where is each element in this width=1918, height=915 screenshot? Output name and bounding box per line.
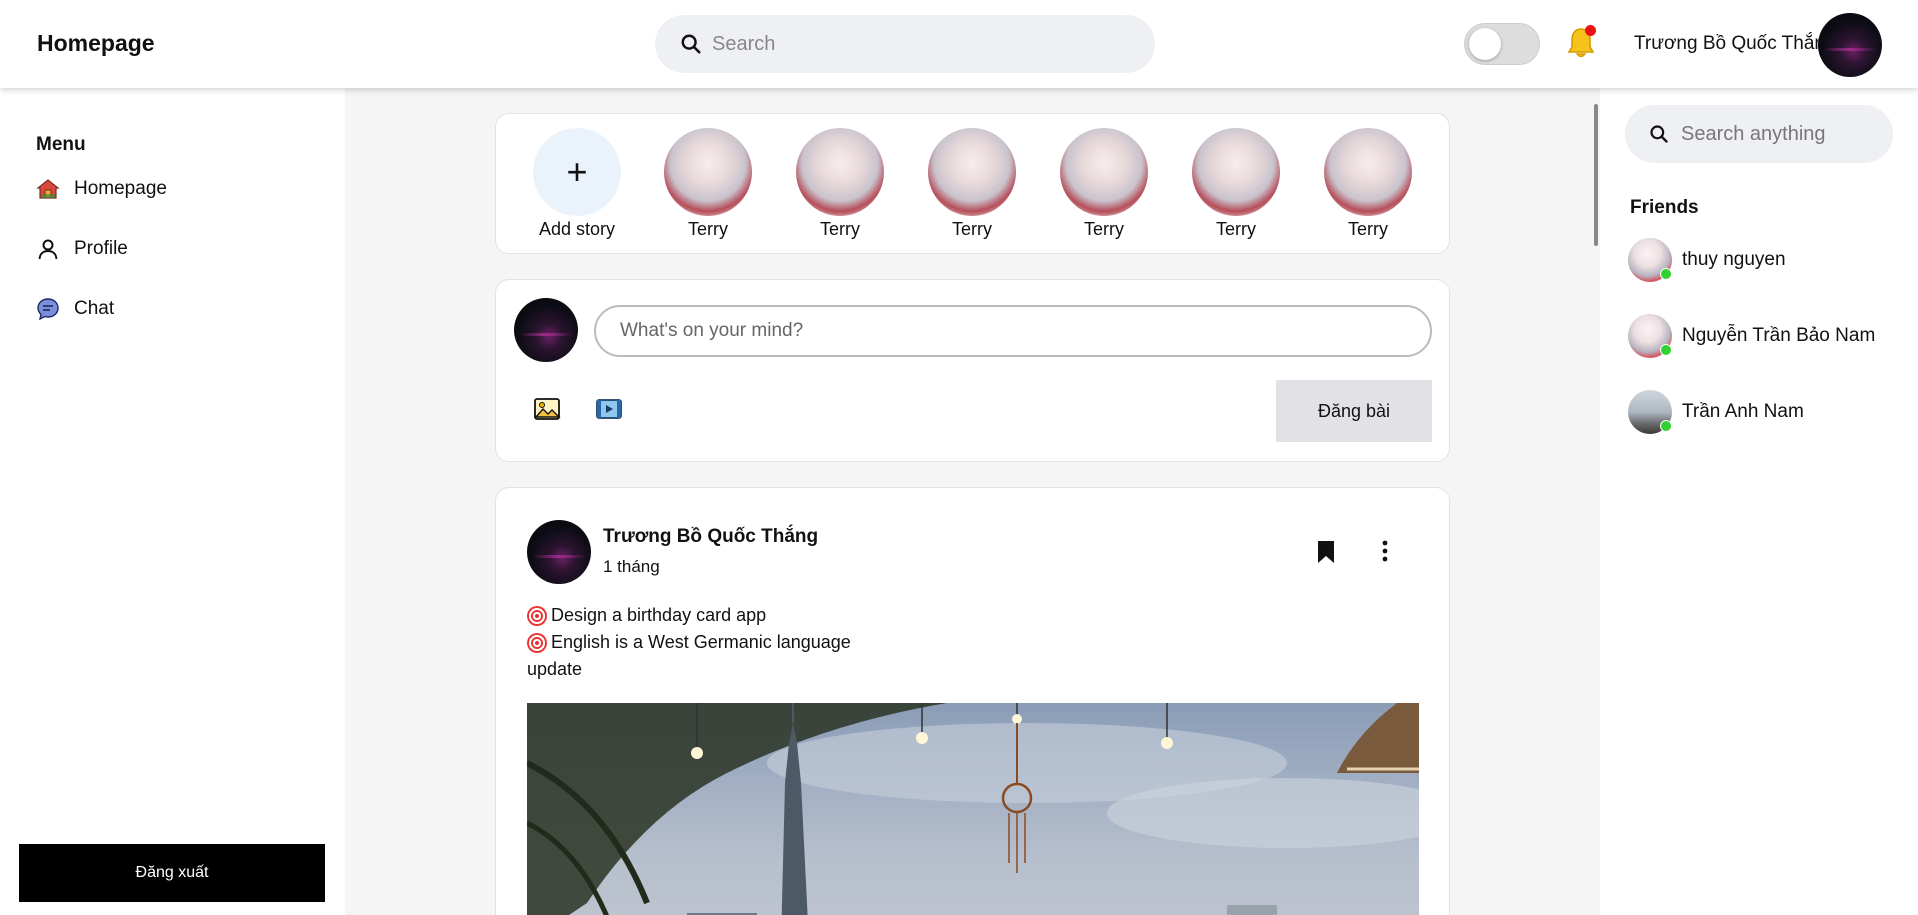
story-item[interactable]: Terry [1060,128,1148,240]
top-search-bar[interactable] [655,15,1155,73]
video-icon[interactable] [595,396,623,422]
story-avatar [928,128,1016,216]
sidebar-item-profile[interactable]: Profile [36,234,128,264]
story-item[interactable]: Terry [1324,128,1412,240]
notification-dot [1585,25,1596,36]
story-label: Terry [820,219,860,239]
sidebar-item-chat[interactable]: Chat [36,294,114,324]
friend-name: Trần Anh Nam [1682,401,1804,422]
friend-name: Nguyễn Trần Bảo Nam [1682,325,1876,346]
post-photo-scene [527,703,1419,915]
target-icon [527,605,547,626]
search-icon [681,34,701,54]
post-time: 1 tháng [603,557,660,576]
sidebar-item-label: Chat [74,298,115,319]
friend-avatar [1628,238,1672,282]
post-line-text: English is a West Germanic language [551,632,851,652]
sidebar-item-homepage[interactable]: Homepage [36,174,167,204]
online-indicator [1660,268,1672,280]
top-search-input[interactable] [712,28,1132,60]
story-avatar [796,128,884,216]
target-icon [527,632,547,653]
story-item[interactable]: Terry [1192,128,1280,240]
composer-avatar [514,298,578,362]
friend-avatar [1628,390,1672,434]
story-label: Terry [1084,219,1124,239]
story-label: Add story [538,219,616,239]
friend-avatar [1628,314,1672,358]
story-avatar [1060,128,1148,216]
plus-icon: + [533,128,621,216]
chat-icon [37,298,59,321]
left-sidebar: Menu Homepage Profile Chat Đăng xuất [0,88,345,915]
story-avatar [1324,128,1412,216]
post-line-text: update [527,659,583,679]
post-author-avatar[interactable] [527,520,591,584]
right-sidebar: Friends thuy nguyen Nguyễn Trần Bảo Nam … [1600,88,1918,915]
story-label: Terry [1216,219,1256,239]
post-composer: Đăng bài [495,279,1450,462]
image-icon[interactable] [533,396,561,422]
top-header: Homepage Trương Bồ Quốc Thắng [0,0,1918,88]
post-card: Trương Bồ Quốc Thắng 1 tháng Design a bi… [495,487,1450,915]
header-avatar[interactable] [1818,13,1882,77]
friend-name: thuy nguyen [1682,249,1786,270]
sidebar-item-label: Profile [74,238,128,259]
more-options-icon[interactable] [1379,539,1391,563]
story-item[interactable]: Terry [928,128,1016,240]
menu-title: Menu [36,134,86,155]
post-author-name[interactable]: Trương Bồ Quốc Thắng [603,526,818,548]
header-user-name[interactable]: Trương Bồ Quốc Thắng [1634,33,1836,55]
right-search-bar[interactable] [1625,105,1893,163]
friends-title: Friends [1630,197,1699,218]
post-input[interactable] [594,305,1432,357]
theme-toggle[interactable] [1464,23,1540,65]
brand-title[interactable]: Homepage [37,30,155,57]
submit-post-button[interactable]: Đăng bài [1276,380,1432,442]
bookmark-icon[interactable] [1316,540,1336,564]
post-content: Design a birthday card app English is a … [527,602,851,683]
feed-scrollbar[interactable] [1594,104,1598,246]
online-indicator [1660,344,1672,356]
user-icon [38,239,58,260]
story-label: Terry [688,219,728,239]
friend-item[interactable]: Nguyễn Trần Bảo Nam [1628,313,1875,359]
friend-item[interactable]: Trần Anh Nam [1628,389,1804,435]
right-search-input[interactable] [1681,118,1881,150]
add-story-button[interactable]: + Add story [533,128,621,240]
friend-item[interactable]: thuy nguyen [1628,237,1786,283]
story-avatar [1192,128,1280,216]
home-icon [36,179,60,199]
story-item[interactable]: Terry [664,128,752,240]
post-line: Design a birthday card app [527,602,851,629]
stories-card: + Add story Terry Terry Terry Terry Terr… [495,113,1450,254]
search-icon [1650,125,1668,143]
story-item[interactable]: Terry [796,128,884,240]
post-line: English is a West Germanic language [527,629,851,656]
post-line-text: Design a birthday card app [551,605,767,625]
story-label: Terry [952,219,992,239]
story-avatar [664,128,752,216]
post-image[interactable] [527,703,1419,915]
post-line: update [527,656,851,683]
notification-button[interactable] [1566,25,1596,60]
toggle-knob [1469,28,1501,60]
logout-button[interactable]: Đăng xuất [19,844,325,902]
story-label: Terry [1348,219,1388,239]
sidebar-item-label: Homepage [74,178,167,199]
online-indicator [1660,420,1672,432]
